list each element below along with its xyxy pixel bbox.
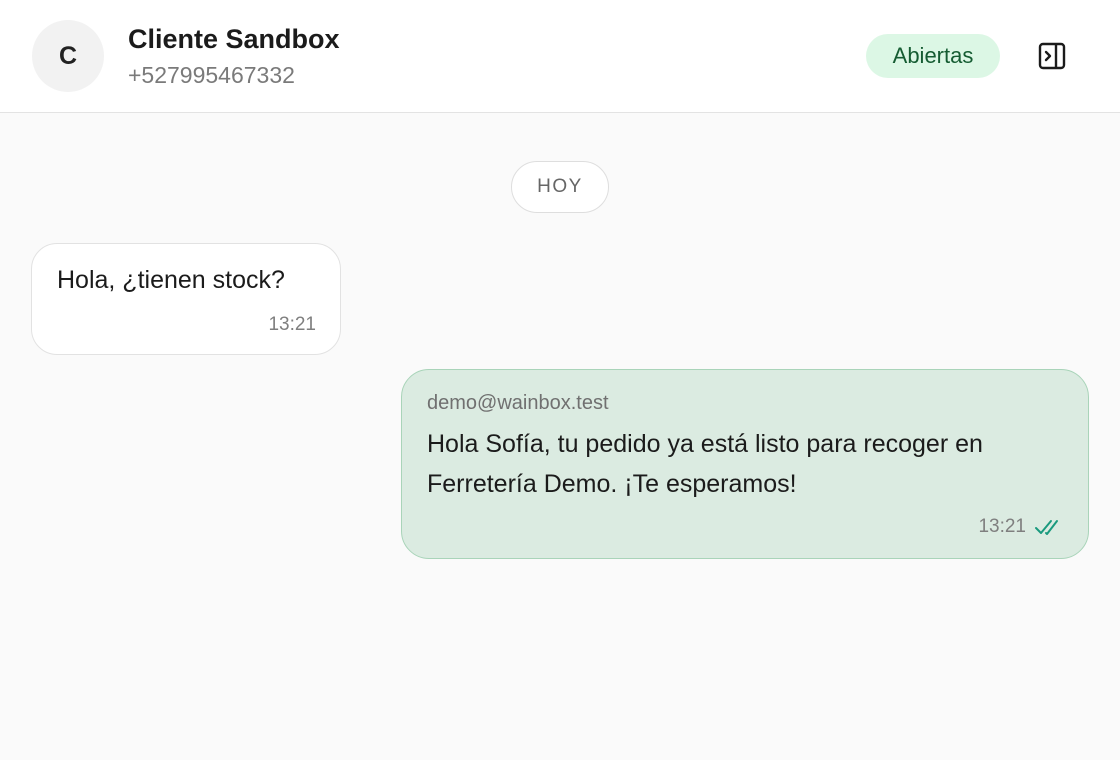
date-separator: HOY [511, 161, 609, 213]
incoming-message[interactable]: Hola, ¿tienen stock? 13:21 [31, 243, 341, 355]
contact-name: Cliente Sandbox [128, 24, 340, 54]
double-check-icon [1035, 520, 1058, 535]
status-badge[interactable]: Abiertas [866, 34, 1000, 78]
outgoing-message[interactable]: demo@wainbox.test Hola Sofía, tu pedido … [401, 369, 1089, 559]
sidebar-toggle-button[interactable] [1034, 38, 1070, 74]
message-time: 13:21 [978, 516, 1026, 537]
chat-header: C Cliente Sandbox +527995467332 Abiertas [0, 0, 1120, 113]
message-sender: demo@wainbox.test [427, 392, 609, 414]
avatar[interactable]: C [32, 20, 104, 92]
sidebar-toggle-icon [1038, 42, 1066, 70]
message-text: Hola, ¿tienen stock? [57, 266, 285, 294]
message-text: Hola Sofía, tu pedido ya está listo para… [427, 430, 983, 498]
contact-phone: +527995467332 [128, 62, 295, 88]
message-time: 13:21 [268, 314, 316, 335]
